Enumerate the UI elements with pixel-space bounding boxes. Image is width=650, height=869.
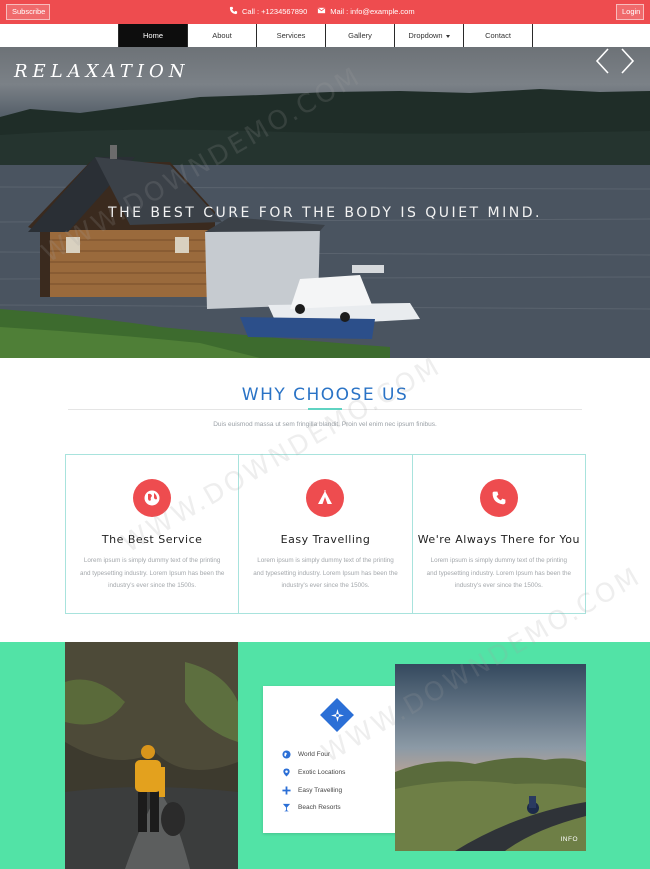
nav-item-gallery[interactable]: Gallery	[326, 24, 395, 47]
info-item-label: World Four	[298, 751, 331, 759]
mail-text[interactable]: Mail : info@example.com	[330, 6, 414, 18]
slider-prev-icon[interactable]	[594, 47, 610, 75]
info-list-item[interactable]: Exotic Locations	[282, 764, 345, 782]
info-card: World Four Exotic Locations Easy Travell…	[263, 686, 411, 833]
hero-lake-scene	[0, 89, 650, 358]
globe-icon	[282, 750, 291, 759]
phone-text: Call : +1234567890	[242, 7, 308, 16]
nav-item-about[interactable]: About	[188, 24, 257, 47]
login-button[interactable]: Login	[616, 4, 644, 20]
info-item-label: Easy Travelling	[298, 786, 343, 794]
phone-icon	[229, 6, 238, 15]
why-choose-us-subtitle: Duis euismod massa ut sem fringilla blan…	[213, 421, 437, 428]
info-list-item[interactable]: Easy Travelling	[282, 781, 345, 799]
nav-item-contact[interactable]: Contact	[464, 24, 533, 47]
road-photo[interactable]: INFO	[395, 664, 586, 851]
info-badge-icon-wrap	[325, 703, 349, 727]
feature-title: We're Always There for You	[417, 533, 580, 546]
feature-card: We're Always There for You Lorem ipsum i…	[411, 455, 585, 613]
top-bar: Subscribe Call : +1234567890 Mail : info…	[0, 0, 650, 24]
feature-cards: The Best Service Lorem ipsum is simply d…	[65, 454, 586, 614]
map-marker-icon	[283, 768, 290, 777]
main-nav: Home About Services Gallery Dropdown Con…	[0, 24, 650, 47]
plane-icon	[282, 786, 291, 795]
nav-item-home[interactable]: Home	[119, 24, 188, 47]
feature-card: Easy Travelling Lorem ipsum is simply du…	[238, 455, 411, 613]
hiker-image	[65, 642, 238, 869]
globe-icon	[144, 490, 160, 506]
info-list: World Four Exotic Locations Easy Travell…	[282, 746, 345, 817]
hero-banner: RELAXATION THE BEST CURE FOR THE BODY IS…	[0, 47, 650, 358]
contact-info: Call : +1234567890 Mail : info@example.c…	[229, 6, 415, 18]
feature-title: The Best Service	[101, 533, 203, 546]
feature-icon-badge	[306, 479, 345, 517]
road-image	[395, 664, 586, 851]
phone-icon	[492, 491, 506, 505]
nav-dropdown-label: Dropdown	[408, 31, 443, 40]
feature-title: Easy Travelling	[280, 533, 371, 546]
site-logo[interactable]: RELAXATION	[14, 61, 189, 82]
hero-tagline: THE BEST CURE FOR THE BODY IS QUIET MIND…	[108, 205, 542, 221]
cocktail-icon	[282, 804, 291, 812]
compass-icon	[330, 708, 344, 722]
info-list-item[interactable]: World Four	[282, 746, 345, 764]
slider-next-icon[interactable]	[620, 47, 636, 75]
info-item-label: Exotic Locations	[298, 769, 346, 777]
feature-text: Lorem ipsum is simply dummy text of the …	[426, 557, 572, 589]
mail-icon	[317, 7, 326, 14]
feature-card: The Best Service Lorem ipsum is simply d…	[66, 455, 238, 613]
info-item-label: Beach Resorts	[298, 804, 341, 812]
info-list-item[interactable]: Beach Resorts	[282, 799, 345, 817]
hiker-photo	[65, 642, 238, 869]
nav-item-services[interactable]: Services	[257, 24, 326, 47]
page: Subscribe Call : +1234567890 Mail : info…	[0, 0, 650, 869]
subscribe-button[interactable]: Subscribe	[6, 4, 50, 20]
caret-down-icon	[445, 34, 450, 38]
nav-item-dropdown[interactable]: Dropdown	[395, 24, 464, 47]
why-choose-us-heading: WHY CHOOSE US	[241, 385, 409, 405]
info-photo-label: INFO	[560, 836, 578, 843]
feature-icon-badge	[479, 479, 518, 517]
feature-icon-badge	[133, 479, 172, 517]
tent-icon	[318, 490, 333, 504]
feature-text: Lorem ipsum is simply dummy text of the …	[253, 557, 398, 589]
feature-text: Lorem ipsum is simply dummy text of the …	[79, 557, 225, 589]
heading-accent-bar	[308, 408, 342, 410]
nav-items: Home About Services Gallery Dropdown Con…	[118, 24, 533, 47]
